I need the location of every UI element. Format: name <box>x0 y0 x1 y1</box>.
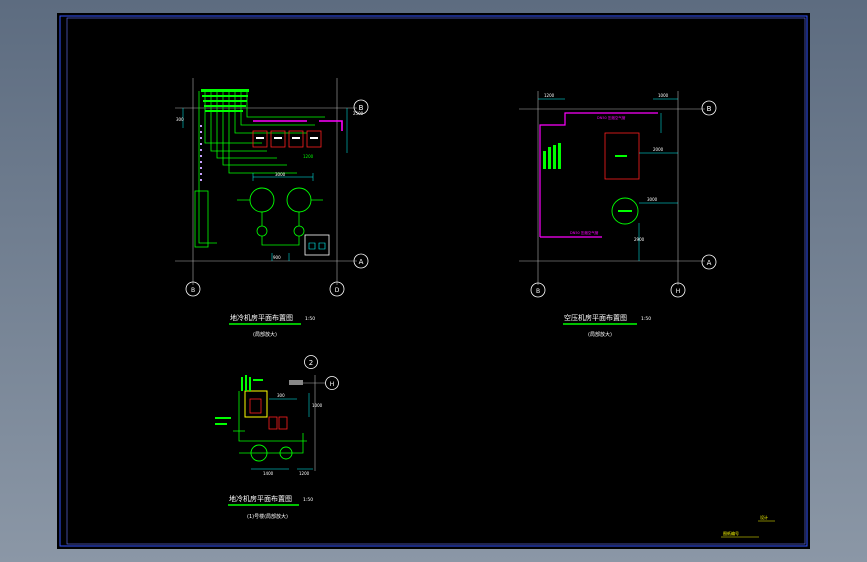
plan1-equip-box <box>304 234 330 256</box>
plan1-axis-top: B <box>353 99 369 115</box>
plan2-pipe-label-2: DN50 压缩空气管 <box>570 230 599 235</box>
svg-text:D: D <box>335 287 340 294</box>
plan1-pump-small-2 <box>293 225 305 237</box>
plan2-subtitle: (局部放大) <box>588 331 612 338</box>
plan1-title: 地冷机房平面布置图 <box>230 313 293 322</box>
cad-drawing: 2500 3000 1200 900 300 B A B D 地冷机房平面布置图… <box>59 15 808 547</box>
plan2-magenta-pipe <box>539 112 658 237</box>
plan3-equipment-inner <box>249 398 262 414</box>
plan3-axis-right: H <box>325 376 339 390</box>
svg-text:B: B <box>359 104 364 112</box>
plan2-axis-bottom-left: B <box>530 282 546 298</box>
plan3-header-bar <box>289 380 303 385</box>
plan1-left-panel <box>194 190 209 248</box>
plan2-axis-top: B <box>701 100 717 116</box>
svg-text:2: 2 <box>309 359 313 367</box>
plan3-detail-marker: 2 <box>304 355 318 369</box>
plan1-dim-2: 3000 <box>275 172 286 177</box>
plan3-dim-1: 1400 <box>263 471 274 476</box>
plan3-dim-2: 1200 <box>299 471 310 476</box>
plan1-pump-small-1 <box>256 225 268 237</box>
plan3-dim-4: 1000 <box>312 403 323 408</box>
plan1-dim-4: 900 <box>273 255 281 260</box>
svg-text:B: B <box>536 288 540 295</box>
plan1-pump-marks <box>256 137 318 139</box>
plan2-dim-3: 2000 <box>653 147 664 152</box>
plan2-air-tank-label <box>618 210 632 212</box>
plan2-dim-1: 1200 <box>544 93 555 98</box>
plan3-dim-3: 300 <box>277 393 285 398</box>
title-block-label-top: 设计 <box>760 514 768 520</box>
svg-text:H: H <box>330 381 335 388</box>
plan1-pipe-connect <box>237 199 323 246</box>
svg-text:H: H <box>676 288 681 295</box>
plan1-dim-3: 1200 <box>303 154 314 159</box>
svg-text:B: B <box>191 287 195 294</box>
plan3-title: 地冷机房平面布置图 <box>229 494 292 503</box>
plan1-grid-lines <box>175 78 357 285</box>
plan2-title: 空压机房平面布置图 <box>564 313 627 322</box>
svg-text:A: A <box>707 259 712 267</box>
plan2-axis-bottom-right: H <box>670 282 686 298</box>
sheet-outer-frame <box>59 15 808 547</box>
cad-viewport[interactable]: 2500 3000 1200 900 300 B A B D 地冷机房平面布置图… <box>57 13 810 549</box>
svg-text:A: A <box>359 258 364 266</box>
plan1-magenta-header <box>253 120 343 131</box>
plan2-dim-4: 3000 <box>647 197 658 202</box>
plan2-dim-5: 2900 <box>634 237 645 242</box>
plan3-green-pipes <box>233 391 307 454</box>
plan3-subtitle: (1)号楼(局部放大) <box>247 513 288 520</box>
plan2-pipe-label: DN50 压缩空气管 <box>597 115 626 120</box>
plan1-tank-2 <box>286 187 312 213</box>
plan2-grid-lines <box>519 91 705 285</box>
plan3-scale: 1:50 <box>303 497 313 503</box>
plan3-grid-lines <box>289 375 325 471</box>
sheet-inner-frame <box>66 17 806 545</box>
plan3-pumps <box>268 416 288 430</box>
plan1-scale: 1:50 <box>305 316 315 322</box>
plan2-scale: 1:50 <box>641 316 651 322</box>
plan1-equip-detail <box>308 242 326 250</box>
svg-text:B: B <box>707 105 712 113</box>
plan2-dim-2: 1000 <box>658 93 669 98</box>
plan2-annotation-cluster <box>543 143 561 169</box>
plan2-compressor-label <box>615 155 627 157</box>
plan1-annotation-cluster <box>201 89 249 112</box>
plan1-tank-1 <box>249 187 275 213</box>
plan1-dim-5: 300 <box>176 117 184 122</box>
plan2-axis-right: A <box>701 254 717 270</box>
title-block-label-bottom: 图纸编号 <box>723 530 739 536</box>
plan1-subtitle: (局部放大) <box>253 331 277 338</box>
